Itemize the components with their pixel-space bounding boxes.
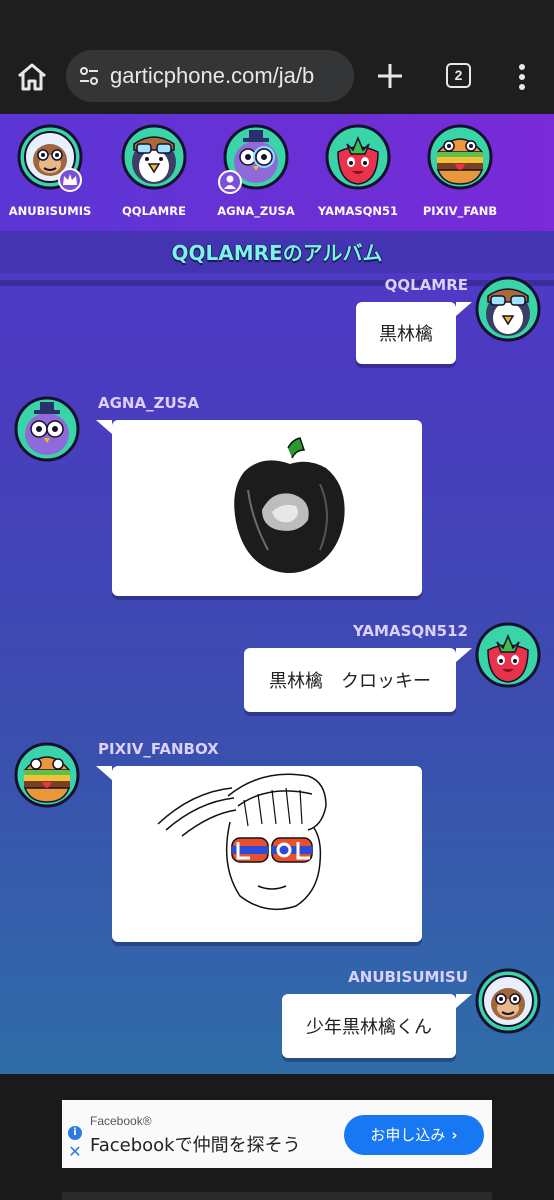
tab-switcher-button[interactable]: 2 bbox=[446, 63, 471, 88]
player-card[interactable]: PIXIV_FANB bbox=[410, 122, 510, 226]
chevron-right-icon: › bbox=[451, 1126, 458, 1144]
ad-cta-label: お申し込み bbox=[370, 1126, 446, 1144]
ad-bottom-strip bbox=[62, 1192, 492, 1200]
player-name: ANUBISUMIS bbox=[8, 204, 92, 218]
drawing-bubble[interactable] bbox=[112, 766, 422, 942]
browser-toolbar: garticphone.com/ja/b 2 bbox=[0, 0, 554, 114]
player-name: AGNA_ZUSA bbox=[217, 204, 295, 218]
bubble-tail bbox=[96, 420, 112, 434]
drawing-bubble[interactable] bbox=[112, 420, 422, 596]
player-card[interactable]: AGNA_ZUSA bbox=[206, 122, 306, 226]
facebook-ad-banner[interactable]: i ✕ Facebook® Facebookで仲間を探そう お申し込み › bbox=[62, 1100, 492, 1168]
player-name: QQLAMRE bbox=[122, 204, 186, 218]
message-text: 黒林檎 bbox=[379, 324, 433, 345]
bubble-tail bbox=[456, 302, 472, 316]
burger-frog-avatar-icon bbox=[427, 124, 493, 190]
player-card[interactable]: YAMASQN51 bbox=[308, 122, 408, 226]
burger-frog-avatar-icon bbox=[14, 742, 80, 808]
boy-lol-glasses-drawing bbox=[157, 773, 327, 911]
player-list: ANUBISUMIS QQLAMRE AGNA_ZUSA YAMASQN51 P… bbox=[0, 114, 554, 231]
user-icon bbox=[224, 175, 236, 189]
player-name: PIXIV_FANB bbox=[422, 204, 498, 218]
url-text: garticphone.com/ja/b bbox=[110, 63, 315, 88]
monkey-astronaut-avatar-icon bbox=[475, 968, 541, 1034]
ad-close-icon[interactable]: ✕ bbox=[67, 1144, 83, 1160]
player-card[interactable]: ANUBISUMIS bbox=[0, 122, 100, 226]
message-bubble: 黒林檎 bbox=[356, 302, 456, 364]
strawberry-avatar-icon bbox=[325, 124, 391, 190]
crown-icon bbox=[63, 174, 77, 185]
host-badge bbox=[58, 168, 82, 192]
strawberry-avatar-icon bbox=[475, 622, 541, 688]
bubble-tail bbox=[456, 994, 472, 1008]
message-author: AGNA_ZUSA bbox=[98, 394, 200, 412]
ad-headline: Facebookで仲間を探そう bbox=[90, 1135, 301, 1156]
message-text: 少年黒林檎くん bbox=[306, 1017, 432, 1038]
ad-info-icon[interactable]: i bbox=[68, 1126, 82, 1140]
ad-area: i ✕ Facebook® Facebookで仲間を探そう お申し込み › bbox=[0, 1074, 554, 1200]
message-author: ANUBISUMISU bbox=[348, 968, 468, 986]
player-name: YAMASQN51 bbox=[317, 204, 399, 218]
address-bar[interactable]: garticphone.com/ja/b bbox=[66, 50, 354, 102]
message-author: PIXIV_FANBOX bbox=[98, 740, 219, 758]
album-title: QQLAMREのアルバム bbox=[171, 241, 383, 265]
message-bubble: 少年黒林檎くん bbox=[282, 994, 456, 1058]
message-bubble: 黒林檎 クロッキー bbox=[244, 648, 456, 712]
game-page: ANUBISUMIS QQLAMRE AGNA_ZUSA YAMASQN51 P… bbox=[0, 114, 554, 1074]
message-text: 黒林檎 クロッキー bbox=[269, 671, 431, 692]
more-menu-icon[interactable] bbox=[514, 62, 530, 92]
player-badge bbox=[218, 170, 242, 194]
owl-detective-avatar-icon bbox=[14, 396, 80, 462]
ad-cta-button[interactable]: お申し込み › bbox=[344, 1115, 484, 1155]
penguin-pilot-avatar-icon bbox=[475, 276, 541, 342]
site-settings-icon[interactable] bbox=[78, 66, 100, 86]
divider bbox=[0, 280, 554, 286]
bubble-tail bbox=[96, 766, 112, 780]
penguin-pilot-avatar-icon bbox=[121, 124, 187, 190]
message-author: QQLAMRE bbox=[384, 276, 468, 294]
bubble-tail bbox=[456, 648, 472, 662]
player-card[interactable]: QQLAMRE bbox=[104, 122, 204, 226]
message-author: YAMASQN512 bbox=[353, 622, 468, 640]
ad-brand: Facebook® bbox=[90, 1114, 152, 1128]
new-tab-icon[interactable] bbox=[374, 60, 406, 92]
home-icon[interactable] bbox=[16, 62, 48, 92]
album-header: QQLAMREのアルバム bbox=[0, 231, 554, 273]
black-apple-drawing bbox=[234, 437, 345, 573]
